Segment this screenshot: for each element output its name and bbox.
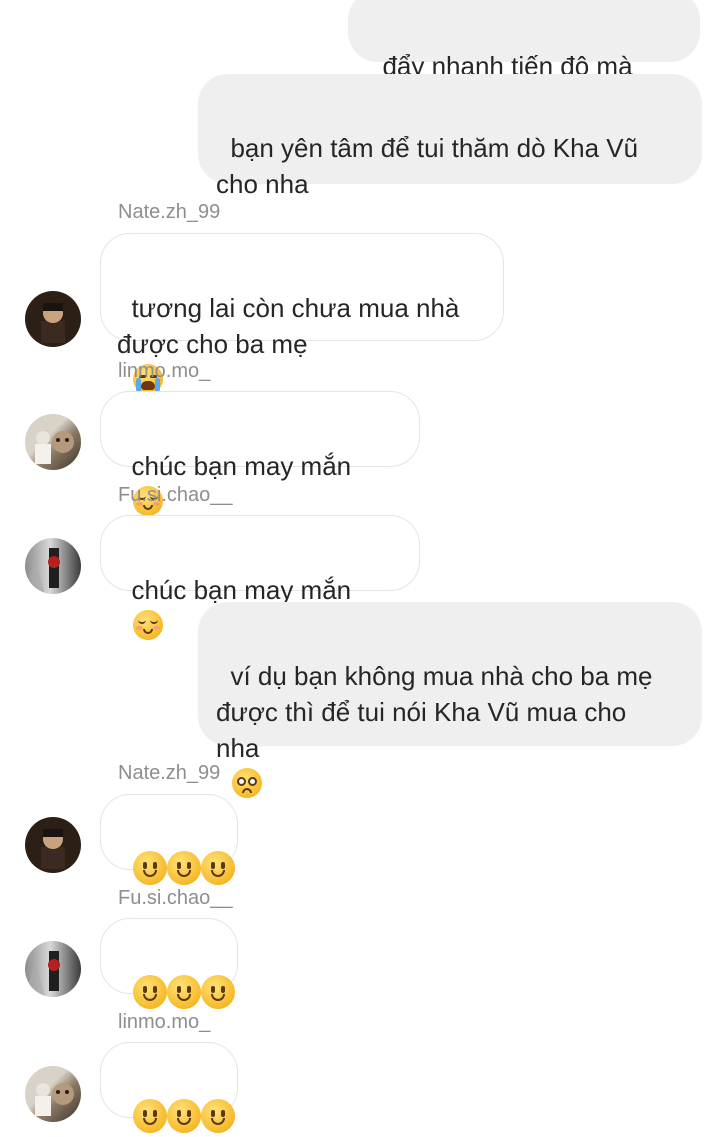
avatar[interactable] — [25, 538, 81, 594]
message-text: tương lai còn chưa mua nhà được cho ba m… — [117, 293, 460, 359]
avatar[interactable] — [25, 414, 81, 470]
slightly-smiling-face-emoji — [133, 975, 168, 1009]
avatar[interactable] — [25, 941, 81, 997]
avatar-image — [35, 1083, 74, 1116]
slightly-smiling-face-emoji — [133, 851, 168, 885]
avatar-image — [35, 431, 74, 464]
avatar-image — [41, 829, 65, 869]
sender-name: Nate.zh_99 — [118, 762, 221, 784]
avatar[interactable] — [25, 1066, 81, 1122]
slightly-smiling-face-emoji — [201, 975, 236, 1009]
incoming-message[interactable]: tương lai còn chưa mua nhà được cho ba m… — [100, 233, 504, 394]
outgoing-message[interactable]: đẩy nhanh tiến độ mà — [348, 0, 700, 116]
pleading-face-emoji — [232, 768, 263, 798]
avatar-image — [41, 303, 65, 343]
message-text: bạn yên tâm để tui thăm dò Kha Vũ cho nh… — [216, 133, 639, 199]
slightly-smiling-face-emoji — [201, 851, 236, 885]
incoming-message[interactable] — [100, 794, 238, 885]
avatar-image — [25, 548, 60, 594]
incoming-message[interactable] — [100, 918, 238, 1009]
sender-name: Fu.si.chao__ — [118, 484, 233, 506]
sender-name: linmo.mo_ — [118, 360, 211, 382]
incoming-message[interactable]: chúc bạn may mắn — [100, 515, 420, 640]
slightly-smiling-face-emoji — [167, 851, 202, 885]
slightly-smiling-face-emoji — [201, 1099, 236, 1133]
message-text: chúc bạn may mắn — [131, 575, 352, 605]
slightly-smiling-face-emoji — [133, 1099, 168, 1133]
message-text: chúc bạn may mắn — [131, 451, 352, 481]
relieved-face-emoji — [133, 610, 164, 640]
outgoing-message[interactable]: ví dụ bạn không mua nhà cho ba mẹ được t… — [198, 602, 702, 798]
avatar[interactable] — [25, 817, 81, 873]
avatar-image — [25, 951, 60, 997]
sender-name: Fu.si.chao__ — [118, 887, 233, 909]
sender-name: linmo.mo_ — [118, 1011, 211, 1033]
avatar[interactable] — [25, 291, 81, 347]
slightly-smiling-face-emoji — [167, 1099, 202, 1133]
incoming-message[interactable]: chúc bạn may mắn — [100, 391, 420, 516]
slightly-smiling-face-emoji — [167, 975, 202, 1009]
incoming-message[interactable] — [100, 1042, 238, 1133]
sender-name: Nate.zh_99 — [118, 201, 221, 223]
message-text: ví dụ bạn không mua nhà cho ba mẹ được t… — [216, 661, 653, 763]
outgoing-message[interactable]: bạn yên tâm để tui thăm dò Kha Vũ cho nh… — [198, 74, 702, 199]
